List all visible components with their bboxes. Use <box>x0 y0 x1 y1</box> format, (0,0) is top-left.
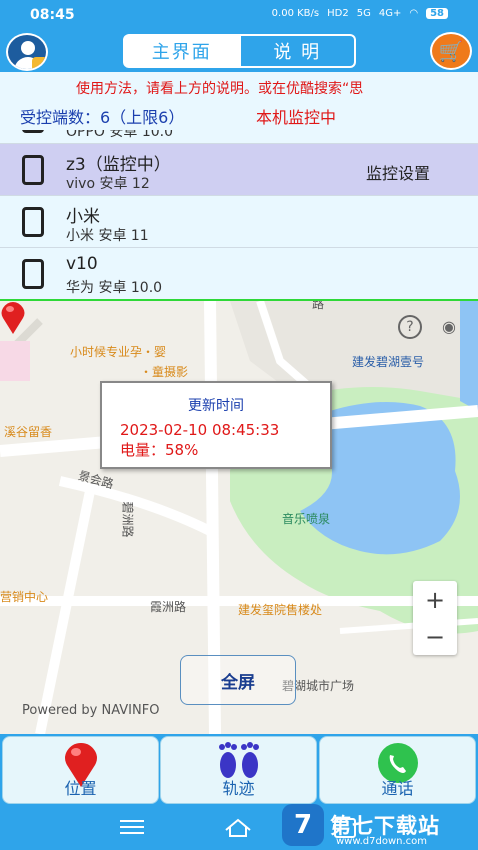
clock: 08:45 <box>30 7 75 23</box>
phone-icon <box>22 207 44 237</box>
device-list: OPPO 安卓 10.0 z3（监控中） vivo 安卓 12 监控设置 小米 … <box>0 130 478 300</box>
local-status: 本机监控中 <box>256 108 337 127</box>
road-label: 碧洲路 <box>120 501 135 538</box>
phone-icon <box>22 130 44 133</box>
avatar[interactable] <box>6 33 48 71</box>
device-sub: vivo 安卓 12 <box>66 176 150 192</box>
watermark-url: www.d7down.com <box>336 836 428 847</box>
hd-icon: HD2 <box>327 8 349 19</box>
cart-icon[interactable]: 🛒 <box>430 32 472 70</box>
watermark-logo: 7 <box>282 804 324 846</box>
track-label: 轨迹 <box>222 779 255 798</box>
poi-label: 营销中心 <box>0 590 49 604</box>
call-label: 通话 <box>381 779 414 798</box>
monitor-settings-button[interactable]: 监控设置 <box>366 160 430 184</box>
app-header: 主界面 说 明 🛒 <box>0 30 478 72</box>
poi-label: 建发玺院售楼处 <box>238 603 323 617</box>
help-icon[interactable]: ? <box>398 315 422 339</box>
zoom-control: + − <box>413 581 457 655</box>
device-count: 受控端数：6（上限6） <box>20 108 185 127</box>
avatar-head <box>21 41 35 55</box>
device-name: z3（监控中） <box>66 155 171 175</box>
info-date: 2023-02-10 08:45:33 <box>120 421 280 439</box>
bottom-nav: 位置 轨迹 通话 <box>0 734 478 806</box>
poi-label: ・童摄影 <box>140 365 189 379</box>
device-item[interactable]: z3（监控中） vivo 安卓 12 监控设置 <box>0 144 478 196</box>
hand-icon <box>32 57 46 69</box>
location-button[interactable]: 位置 <box>2 736 159 804</box>
menu-icon[interactable] <box>120 820 144 836</box>
status-bar: 08:45 0.00 KB/s HD2 5G 4G+ ◠ 58 <box>0 0 478 30</box>
net-speed: 0.00 KB/s <box>271 8 320 19</box>
status-icons: 0.00 KB/s HD2 5G 4G+ ◠ 58 <box>272 8 448 19</box>
map-attribution: Powered by NAVINFO <box>22 703 160 718</box>
phone-icon <box>22 259 44 289</box>
info-window: 更新时间 2023-02-10 08:45:33 电量：58% <box>100 381 332 469</box>
poi-label: 建发碧湖壹号 <box>352 355 425 369</box>
info-panel: 使用方法，请看上方的说明。或在优酷搜索“思 受控端数：6（上限6） 本机监控中 <box>0 72 478 130</box>
location-label: 位置 <box>64 779 97 798</box>
phone-icon <box>22 155 44 185</box>
road-label: 路 <box>312 301 325 311</box>
info-title: 更新时间 <box>188 398 244 414</box>
track-button[interactable]: 轨迹 <box>160 736 317 804</box>
poi-label: 溪谷留香 <box>4 425 53 439</box>
device-name: 小米 <box>66 207 100 227</box>
device-sub: 小米 安卓 11 <box>66 228 149 244</box>
zoom-in-button[interactable]: + <box>413 581 457 618</box>
device-name: v10 <box>66 254 98 274</box>
device-item[interactable]: 小米 小米 安卓 11 <box>0 196 478 248</box>
fullscreen-button[interactable]: 全屏 <box>180 655 296 705</box>
zoom-out-button[interactable]: − <box>413 618 457 655</box>
main-tabs: 主界面 说 明 <box>123 34 356 68</box>
poi-label: 小时候专业孕・婴 <box>70 345 167 359</box>
eye-icon[interactable]: ◉ <box>436 315 462 339</box>
tab-main[interactable]: 主界面 <box>123 34 241 68</box>
battery-icon: 58 <box>426 8 448 19</box>
signal-5g-icon: 5G <box>356 8 371 19</box>
tab-help[interactable]: 说 明 <box>240 34 356 68</box>
location-pin-icon[interactable] <box>0 301 26 335</box>
device-sub: 华为 安卓 10.0 <box>66 280 163 296</box>
info-battery: 电量：58% <box>120 441 199 459</box>
call-button[interactable]: 通话 <box>319 736 476 804</box>
home-icon[interactable] <box>224 818 252 838</box>
device-sub: OPPO 安卓 10.0 <box>66 130 173 140</box>
signal-4g-icon: 4G+ <box>378 8 402 19</box>
device-item[interactable]: OPPO 安卓 10.0 <box>0 130 478 144</box>
wifi-icon: ◠ <box>409 8 419 19</box>
marquee-text: 使用方法，请看上方的说明。或在优酷搜索“思 <box>76 81 364 97</box>
device-item[interactable]: v10 华为 安卓 10.0 <box>0 248 478 300</box>
map-view[interactable]: 路 小时候专业孕・婴 ・童摄影 建发碧湖壹号 溪谷留香 景会路 碧洲路 音乐喷泉… <box>0 301 478 734</box>
poi-label: 音乐喷泉 <box>282 512 331 526</box>
road-label: 霞洲路 <box>150 600 187 614</box>
